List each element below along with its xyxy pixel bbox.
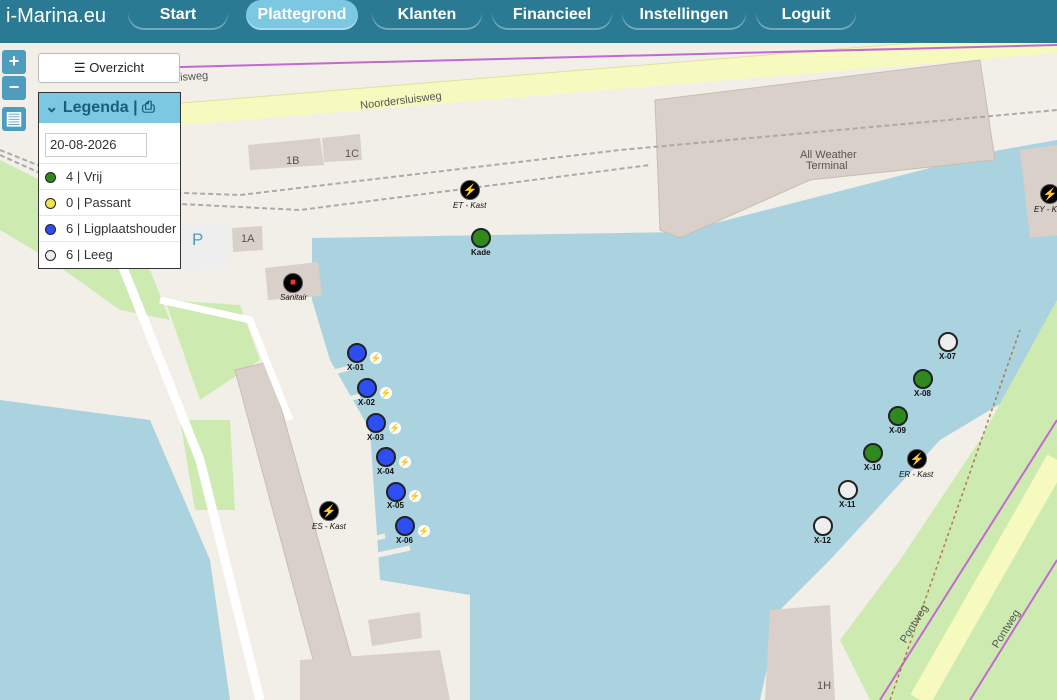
building-label-1b: 1B [286,155,300,167]
building-label-1h: 1H [817,680,832,692]
berth-marker-x02[interactable] [357,378,377,398]
berth-label-x07: X-07 [939,352,956,361]
berth-label-x05: X-05 [387,501,404,510]
plug-icon: ⚡ [418,525,430,537]
power-cabinet-icon[interactable]: ⚡ [1040,184,1057,204]
berth-label-x08: X-08 [914,389,931,398]
berth-label-x11: X-11 [839,500,856,509]
legend-label: 4 | Vrij [66,169,103,184]
nav-loguit[interactable]: Loguit [756,0,856,30]
berth-marker-x07[interactable] [938,332,958,352]
zoom-in-button[interactable]: + [2,50,26,74]
berth-marker-x10[interactable] [863,443,883,463]
overview-label: Overzicht [89,60,145,75]
overview-button[interactable]: ☰ Overzicht [38,53,180,83]
berth-label-x06: X-06 [396,536,413,545]
parking-label: P [192,230,204,249]
map-layers-icon[interactable]: ▤ [2,107,26,131]
building-label-1a: 1A [241,233,255,245]
legend-panel: ⌄ Legenda | ⎙ 20-08-2026 4 | Vrij 0 | Pa… [38,92,181,269]
berth-marker-x08[interactable] [913,369,933,389]
nav-klanten[interactable]: Klanten [372,0,482,30]
date-field[interactable]: 20-08-2026 [45,133,147,157]
legend-row-leeg: 6 | Leeg [39,241,180,268]
nav-financieel[interactable]: Financieel [492,0,612,30]
status-dot [45,250,56,261]
status-dot [45,224,56,235]
top-navigation-bar: i-Marina.eu Start Plattegrond Klanten Fi… [0,0,1057,43]
legend-row-ligplaatshouder: 6 | Ligplaatshouder [39,215,180,242]
plug-icon: ⚡ [370,352,382,364]
terminal-label-line2: Terminal [806,160,848,172]
berth-label-x01: X-01 [347,363,364,372]
lock-icon[interactable]: ■ [283,273,303,293]
plug-icon: ⚡ [380,387,392,399]
chevron-down-icon[interactable]: ⌄ [45,99,58,116]
power-cabinet-icon[interactable]: ⚡ [319,501,339,521]
berth-label-x02: X-02 [358,398,375,407]
berth-label-x10: X-10 [864,463,881,472]
power-cabinet-label-es: ES - Kast [312,522,346,531]
berth-marker-x06[interactable] [395,516,415,536]
nav-start[interactable]: Start [128,0,228,30]
status-dot [45,172,56,183]
nav-plattegrond[interactable]: Plattegrond [246,0,358,30]
sanitair-label: Sanitair [280,293,308,302]
legend-title: Legenda | [62,99,138,116]
zoom-out-button[interactable]: − [2,76,26,100]
brand-logo[interactable]: i-Marina.eu [6,5,106,28]
berth-marker-x11[interactable] [838,480,858,500]
berth-label-x09: X-09 [889,426,906,435]
legend-label: 6 | Ligplaatshouder [66,221,177,236]
berth-marker-x03[interactable] [366,413,386,433]
power-cabinet-alert-icon[interactable]: ⚡ [907,449,927,469]
plug-icon: ⚡ [399,456,411,468]
plug-icon: ⚡ [409,490,421,502]
berth-marker-x04[interactable] [376,447,396,467]
list-icon: ☰ [73,60,90,75]
status-dot [45,198,56,209]
power-cabinet-icon[interactable]: ⚡ [460,180,480,200]
berth-marker-kade[interactable] [471,228,491,248]
berth-marker-x12[interactable] [813,516,833,536]
power-cabinet-label-et: ET - Kast [453,201,487,210]
power-cabinet-label-er: ER - Kast [899,470,934,479]
berth-label-x03: X-03 [367,433,384,442]
legend-row-vrij: 4 | Vrij [39,163,180,190]
power-cabinet-label-ey: EY - K [1034,205,1057,214]
berth-marker-x09[interactable] [888,406,908,426]
berth-marker-x05[interactable] [386,482,406,502]
legend-label: 6 | Leeg [66,247,113,262]
legend-label: 0 | Passant [66,195,131,210]
berth-marker-x01[interactable] [347,343,367,363]
legend-header[interactable]: ⌄ Legenda | ⎙ [39,93,180,123]
nav-instellingen[interactable]: Instellingen [622,0,746,30]
building-label-1c: 1C [345,148,360,160]
berth-label-kade: Kade [471,248,491,257]
print-icon[interactable]: ⎙ [142,99,155,116]
plug-icon: ⚡ [389,422,401,434]
legend-row-passant: 0 | Passant [39,189,180,216]
berth-label-x04: X-04 [377,467,394,476]
berth-label-x12: X-12 [814,536,831,545]
